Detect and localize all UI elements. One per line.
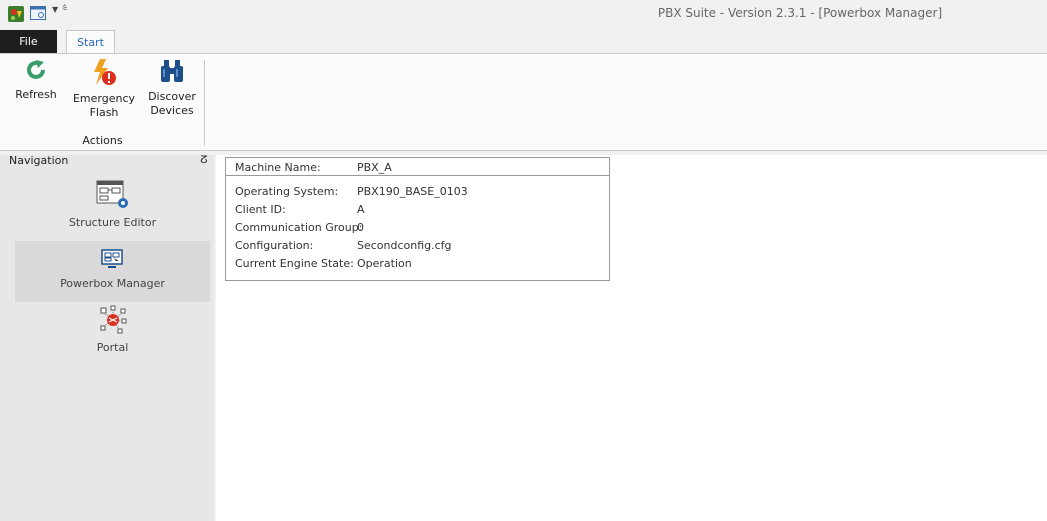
discover-devices-label-line2: Devices [150, 104, 194, 117]
tab-start[interactable]: Start [66, 30, 115, 54]
navigation-header: Navigation ⵒ [0, 155, 214, 170]
nav-item-portal[interactable]: Portal [15, 305, 210, 366]
machine-info-panel: Machine Name: PBX_A Operating System: PB… [225, 157, 610, 281]
machine-name-value: PBX_A [357, 161, 392, 174]
nav-item-structure-editor[interactable]: Structure Editor [15, 180, 210, 241]
powerbox-manager-icon [100, 249, 123, 268]
discover-devices-button[interactable]: Discover Devices [140, 58, 204, 118]
refresh-button[interactable]: Refresh [8, 58, 64, 102]
structure-editor-label: Structure Editor [68, 216, 157, 229]
main-content: Machine Name: PBX_A Operating System: PB… [216, 155, 1047, 521]
machine-name-header: Machine Name: PBX_A [226, 158, 609, 176]
machine-name-label: Machine Name: [235, 161, 321, 174]
quick-access-window-icon[interactable] [30, 6, 46, 20]
navigation-title: Navigation [9, 154, 69, 167]
discover-devices-label-line1: Discover [148, 90, 196, 103]
tab-file[interactable]: File [0, 30, 57, 53]
window-title: PBX Suite - Version 2.3.1 - [Powerbox Ma… [657, 6, 943, 20]
refresh-label: Refresh [15, 88, 57, 101]
emergency-flash-label-line2: Flash [89, 106, 119, 119]
emergency-flash-label-line1: Emergency [72, 92, 136, 105]
portal-icon [100, 305, 126, 334]
client-id-label: Client ID: [235, 203, 286, 216]
nav-item-powerbox-manager[interactable]: Powerbox Manager [15, 241, 210, 302]
emergency-flash-button[interactable]: Emergency Flash [64, 58, 144, 120]
engine-state-label: Current Engine State: [235, 257, 354, 270]
refresh-icon [27, 60, 45, 79]
client-id-value: A [357, 203, 365, 216]
ribbon: Refresh Emergency Flash Discover Devices… [0, 53, 1047, 151]
pin-icon[interactable]: ⵒ [200, 155, 208, 167]
quick-access-dropdown-icon[interactable]: ▼ [52, 5, 58, 14]
portal-label: Portal [96, 341, 129, 354]
operating-system-value: PBX190_BASE_0103 [357, 185, 468, 198]
emergency-flash-icon [94, 59, 116, 85]
quick-access-customize-icon[interactable]: ⩯ [62, 4, 67, 14]
engine-state-value: Operation [357, 257, 412, 270]
configuration-label: Configuration: [235, 239, 314, 252]
configuration-value: Secondconfig.cfg [357, 239, 452, 252]
app-logo-icon[interactable] [8, 6, 24, 22]
communication-group-label: Communication Group: [235, 221, 363, 234]
navigation-panel: Navigation ⵒ Structure Editor Powerbox M… [0, 155, 214, 521]
title-bar: ▼ ⩯ PBX Suite - Version 2.3.1 - [Powerbo… [0, 0, 1047, 30]
ribbon-tabs: File Start [0, 30, 1047, 54]
binoculars-icon [161, 60, 183, 82]
ribbon-group-divider [204, 60, 205, 146]
structure-editor-icon [96, 180, 128, 208]
actions-group-label: Actions [82, 134, 123, 147]
powerbox-manager-label: Powerbox Manager [60, 277, 165, 290]
communication-group-value: 0 [357, 221, 364, 234]
operating-system-label: Operating System: [235, 185, 339, 198]
